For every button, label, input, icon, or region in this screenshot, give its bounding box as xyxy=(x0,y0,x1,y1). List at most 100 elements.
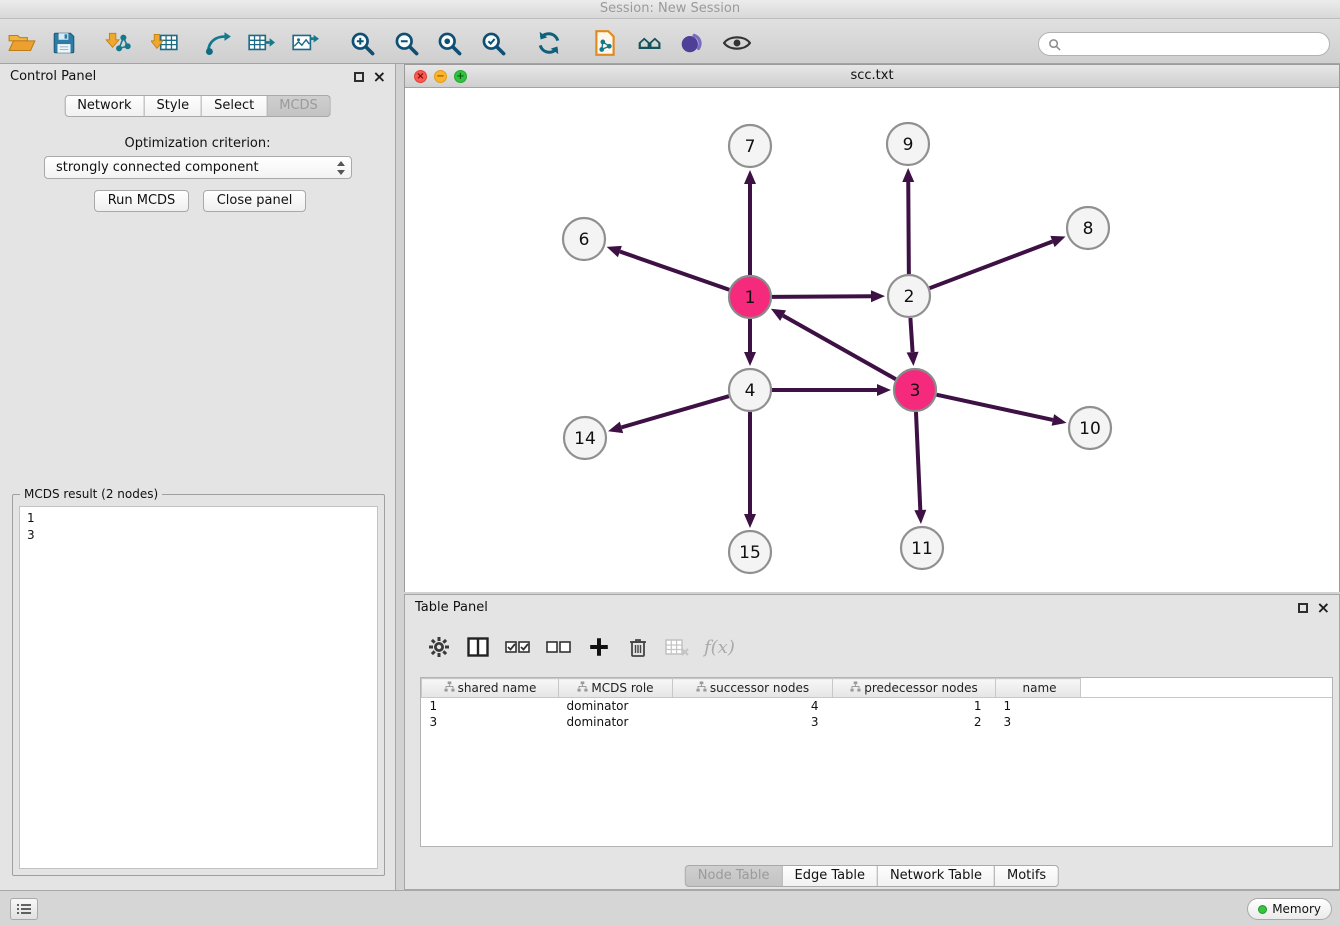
edge-3-10[interactable] xyxy=(936,395,1066,426)
network-overview-button[interactable] xyxy=(587,27,623,59)
node-3[interactable]: 3 xyxy=(894,369,936,411)
style-button[interactable] xyxy=(674,27,710,59)
zoom-window-icon[interactable]: + xyxy=(454,70,467,83)
float-panel-icon[interactable] xyxy=(354,72,364,82)
import-network-button[interactable] xyxy=(100,27,136,59)
tab-node-table[interactable]: Node Table xyxy=(685,865,783,887)
zoom-selected-button[interactable] xyxy=(475,27,511,59)
edge-4-15[interactable] xyxy=(744,412,756,528)
column-header-successor-nodes[interactable]: successor nodes xyxy=(673,679,833,698)
zoom-in-button[interactable] xyxy=(344,27,380,59)
node-6[interactable]: 6 xyxy=(563,218,605,260)
edge-3-11[interactable] xyxy=(914,412,926,524)
table-row[interactable]: 3dominator323 xyxy=(422,714,1333,730)
node-9[interactable]: 9 xyxy=(887,123,929,165)
edge-1-7[interactable] xyxy=(744,170,756,275)
first-neighbors-button[interactable]: ⌂⌂ xyxy=(630,27,666,59)
delete-column-button[interactable] xyxy=(665,633,689,661)
save-session-button[interactable] xyxy=(46,27,82,59)
edge-4-14[interactable] xyxy=(608,396,729,433)
tab-edge-table[interactable]: Edge Table xyxy=(782,865,877,887)
task-history-button[interactable] xyxy=(10,898,38,920)
delete-row-button[interactable] xyxy=(626,633,650,661)
zoom-out-button[interactable] xyxy=(388,27,424,59)
show-hide-button[interactable] xyxy=(719,27,755,59)
export-network-button[interactable] xyxy=(200,27,236,59)
edge-1-6[interactable] xyxy=(607,246,730,290)
node-1[interactable]: 1 xyxy=(729,276,771,318)
export-image-button[interactable] xyxy=(287,27,323,59)
network-window-titlebar[interactable]: × − + scc.txt xyxy=(405,65,1339,88)
close-panel-icon[interactable]: × xyxy=(373,71,386,83)
minimize-window-icon[interactable]: − xyxy=(434,70,447,83)
zoom-fit-icon xyxy=(436,30,463,57)
node-15[interactable]: 15 xyxy=(729,531,771,573)
edge-1-2[interactable] xyxy=(772,290,885,302)
cell-predecessor-nodes[interactable]: 1 xyxy=(833,698,996,714)
memory-button[interactable]: Memory xyxy=(1247,898,1332,920)
criterion-dropdown[interactable]: strongly connected component xyxy=(44,156,352,179)
run-mcds-button[interactable]: Run MCDS xyxy=(94,190,189,212)
node-2[interactable]: 2 xyxy=(888,275,930,317)
tab-mcds[interactable]: MCDS xyxy=(267,95,331,117)
edge-4-3[interactable] xyxy=(772,384,891,396)
cell-mcds-role[interactable]: dominator xyxy=(559,714,673,730)
edge-3-1[interactable] xyxy=(771,309,896,379)
show-columns-button[interactable] xyxy=(466,633,490,661)
node-11[interactable]: 11 xyxy=(901,527,943,569)
column-header-name[interactable]: name xyxy=(996,679,1081,698)
close-table-panel-icon[interactable]: × xyxy=(1317,602,1330,614)
delete-column-icon xyxy=(665,637,689,657)
apply-layout-button[interactable] xyxy=(531,27,567,59)
open-session-button[interactable] xyxy=(4,27,40,59)
column-header-predecessor-nodes[interactable]: predecessor nodes xyxy=(833,679,996,698)
cell-name[interactable]: 1 xyxy=(996,698,1081,714)
tab-motifs[interactable]: Motifs xyxy=(995,865,1059,887)
cell-name[interactable]: 3 xyxy=(996,714,1081,730)
float-table-panel-icon[interactable] xyxy=(1298,603,1308,613)
export-table-button[interactable] xyxy=(243,27,279,59)
main-toolbar: ⌂⌂ xyxy=(0,19,1340,64)
table-settings-button[interactable] xyxy=(427,633,451,661)
result-line[interactable]: 1 xyxy=(27,510,370,527)
search-field[interactable] xyxy=(1038,32,1330,56)
network-graph[interactable]: 7 9 6 8 1 2 4 3 14 10 15 11 xyxy=(405,88,1339,592)
close-panel-button[interactable]: Close panel xyxy=(203,190,306,212)
edge-2-3[interactable] xyxy=(907,318,919,366)
tree-icon xyxy=(577,681,588,692)
edge-2-8[interactable] xyxy=(930,236,1066,288)
tab-style[interactable]: Style xyxy=(144,95,202,117)
network-document-icon xyxy=(592,29,618,57)
cell-shared-name[interactable]: 1 xyxy=(422,698,559,714)
node-8[interactable]: 8 xyxy=(1067,207,1109,249)
edge-2-9[interactable] xyxy=(902,168,914,274)
node-7[interactable]: 7 xyxy=(729,125,771,167)
table-row[interactable]: 1dominator411 xyxy=(422,698,1333,714)
function-builder-button[interactable]: f(x) xyxy=(704,633,735,661)
edge-1-4[interactable] xyxy=(744,319,756,366)
network-canvas[interactable]: 7 9 6 8 1 2 4 3 14 10 15 11 xyxy=(405,88,1339,592)
column-header-shared-name[interactable]: shared name xyxy=(422,679,559,698)
tab-network[interactable]: Network xyxy=(64,95,144,117)
cell-predecessor-nodes[interactable]: 2 xyxy=(833,714,996,730)
result-line[interactable]: 3 xyxy=(27,527,370,544)
column-header-mcds-role[interactable]: MCDS role xyxy=(559,679,673,698)
tab-select[interactable]: Select xyxy=(202,95,267,117)
cell-mcds-role[interactable]: dominator xyxy=(559,698,673,714)
cell-shared-name[interactable]: 3 xyxy=(422,714,559,730)
zoom-fit-button[interactable] xyxy=(431,27,467,59)
import-table-button[interactable] xyxy=(147,27,183,59)
tab-network-table[interactable]: Network Table xyxy=(878,865,995,887)
node-4[interactable]: 4 xyxy=(729,369,771,411)
node-10[interactable]: 10 xyxy=(1069,407,1111,449)
cell-successor-nodes[interactable]: 3 xyxy=(673,714,833,730)
search-input[interactable] xyxy=(1066,37,1329,51)
node-14[interactable]: 14 xyxy=(564,417,606,459)
select-all-button[interactable] xyxy=(505,633,531,661)
add-row-button[interactable] xyxy=(587,633,611,661)
control-panel: Control Panel × NetworkStyleSelectMCDS O… xyxy=(0,64,396,890)
unselect-all-button[interactable] xyxy=(546,633,572,661)
close-window-icon[interactable]: × xyxy=(414,70,427,83)
refresh-layout-icon xyxy=(535,29,563,57)
cell-successor-nodes[interactable]: 4 xyxy=(673,698,833,714)
